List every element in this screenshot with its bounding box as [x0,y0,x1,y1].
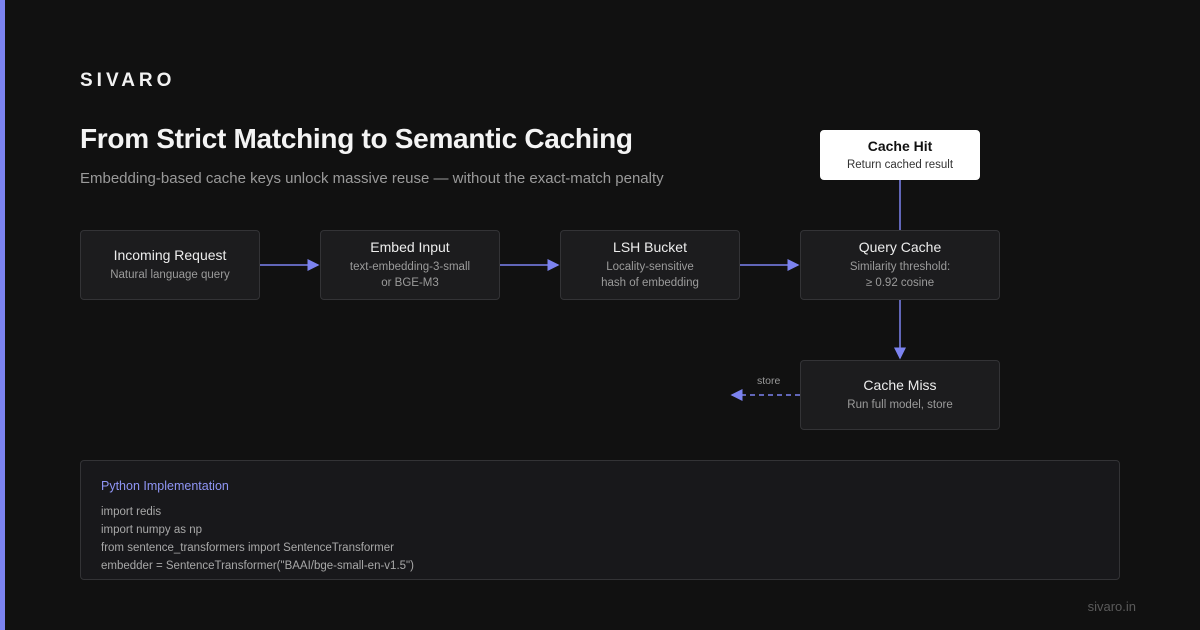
node-embed-input: Embed Input text-embedding-3-small or BG… [320,230,500,300]
edge-label-store: store [757,375,781,387]
node-title: Query Cache [858,239,942,255]
node-description: Natural language query [110,269,230,281]
code-line: embedder = SentenceTransformer("BAAI/bge… [101,560,414,572]
node-incoming-request: Incoming Request Natural language query [80,230,260,300]
code-line: from sentence_transformers import Senten… [101,542,394,554]
node-title: Cache Hit [867,137,933,154]
code-line: import numpy as np [101,524,202,536]
node-cache-hit: Cache Hit Return cached result [820,130,980,180]
node-description: Similarity threshold: ≥ 0.92 cosine [849,261,951,289]
node-description: Run full model, store [847,399,953,411]
code-panel: Python Implementation import redis impor… [80,460,1120,580]
node-title: Embed Input [370,239,450,255]
node-title: Cache Miss [863,377,937,393]
node-title: LSH Bucket [613,239,687,255]
node-description: text-embedding-3-small or BGE-M3 [349,261,471,289]
code-heading: Python Implementation [101,479,229,493]
node-description: Locality-sensitive hash of embedding [601,261,699,289]
node-cache-miss: Cache Miss Run full model, store [800,360,1000,430]
code-line: import redis [101,506,162,518]
node-title: Incoming Request [113,247,227,263]
footer-url: sivaro.in [1087,599,1136,614]
node-lsh-bucket: LSH Bucket Locality-sensitive hash of em… [560,230,740,300]
node-query-cache: Query Cache Similarity threshold: ≥ 0.92… [800,230,1000,300]
node-description: Return cached result [846,158,954,171]
